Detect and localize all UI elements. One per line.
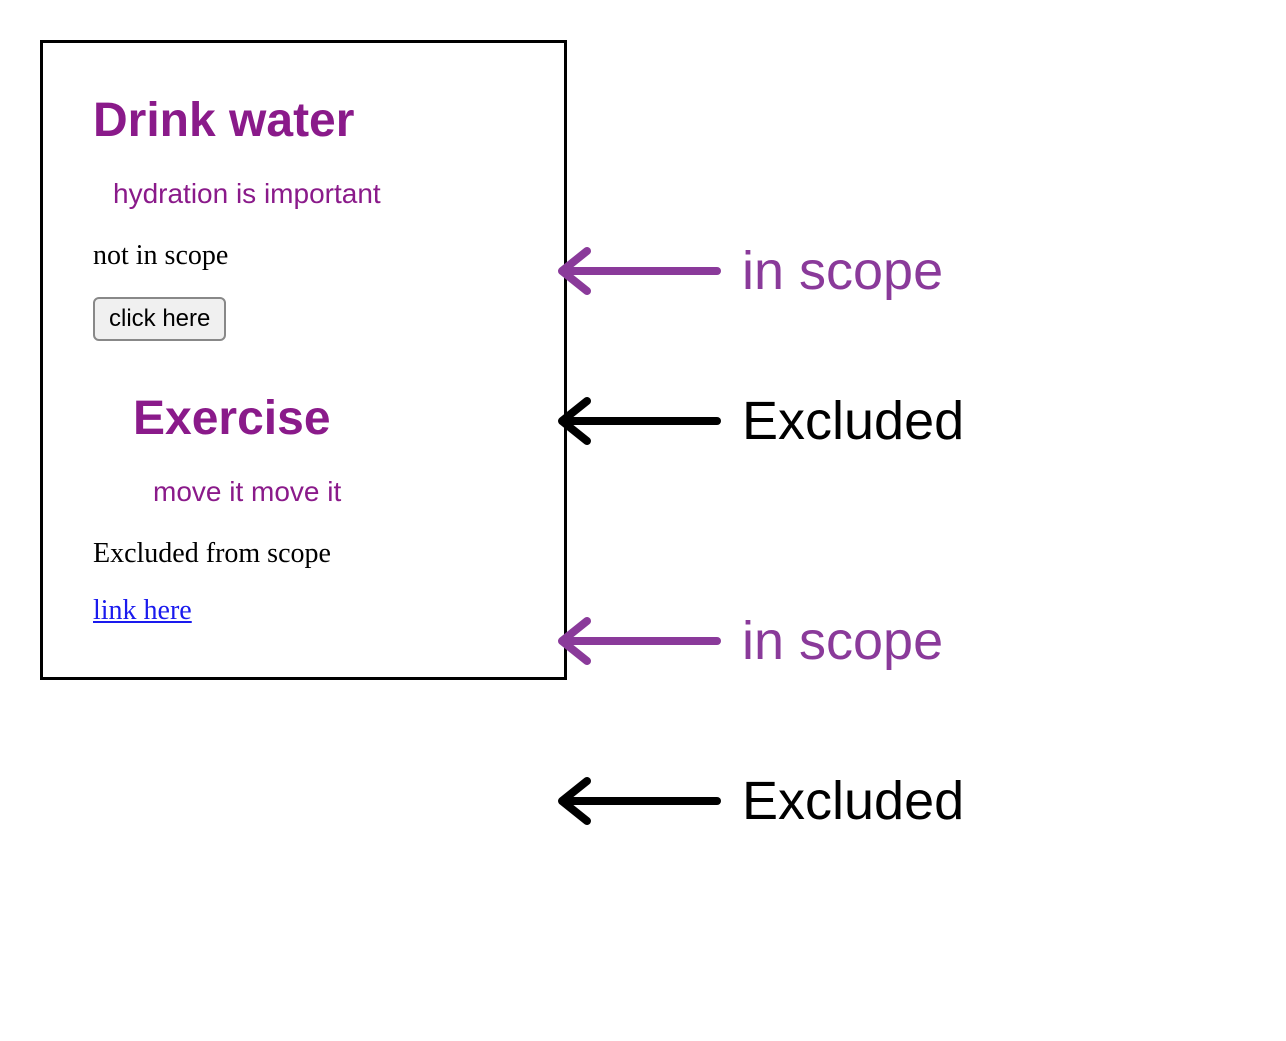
annotation-label: Excluded bbox=[742, 390, 964, 452]
annotations-layer: in scope Excluded in scope Excluded bbox=[567, 40, 1246, 940]
link-here-link[interactable]: link here bbox=[93, 595, 192, 627]
section1-subtext: hydration is important bbox=[113, 178, 514, 210]
section2-subtext: move it move it bbox=[153, 476, 514, 508]
section1-plaintext: not in scope bbox=[93, 240, 514, 272]
click-here-button[interactable]: click here bbox=[93, 297, 226, 341]
annotation-in-scope-1: in scope bbox=[552, 240, 943, 302]
annotation-label: in scope bbox=[742, 610, 943, 672]
annotation-excluded-2: Excluded bbox=[552, 770, 964, 832]
diagram-container: Drink water hydration is important not i… bbox=[40, 40, 1246, 940]
annotation-in-scope-2: in scope bbox=[552, 610, 943, 672]
annotation-excluded-1: Excluded bbox=[552, 390, 964, 452]
section2-plaintext: Excluded from scope bbox=[93, 538, 514, 570]
section1-heading: Drink water bbox=[93, 93, 514, 148]
content-card: Drink water hydration is important not i… bbox=[40, 40, 567, 680]
arrow-left-icon bbox=[552, 611, 722, 671]
annotation-label: Excluded bbox=[742, 770, 964, 832]
arrow-left-icon bbox=[552, 241, 722, 301]
arrow-left-icon bbox=[552, 771, 722, 831]
section2-heading: Exercise bbox=[133, 391, 514, 446]
arrow-left-icon bbox=[552, 391, 722, 451]
annotation-label: in scope bbox=[742, 240, 943, 302]
